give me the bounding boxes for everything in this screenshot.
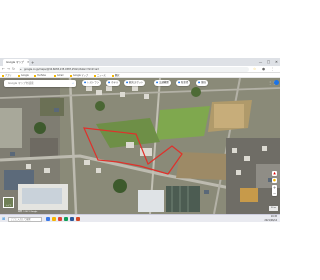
taskbar-search-text: ここに入力して検索 <box>11 217 31 221</box>
scale-bar[interactable]: 20 m <box>268 206 278 211</box>
hotel-icon: ● <box>108 81 111 84</box>
back-arrow-icon[interactable]: ← <box>2 66 5 73</box>
tab-title: Google マップ <box>6 61 24 64</box>
task-view-icon[interactable] <box>46 216 50 221</box>
pharmacy-icon: ● <box>198 81 201 84</box>
chip-transit[interactable]: ●交通機関 <box>154 80 171 86</box>
chip-attraction[interactable]: ●観光スポット <box>124 80 146 86</box>
star-icon[interactable]: ☆ <box>253 66 256 73</box>
windows-start-icon[interactable]: ⊞ <box>2 216 5 222</box>
close-icon[interactable]: ✕ <box>27 59 29 66</box>
chip-label: 薬局 <box>201 81 206 84</box>
tab-bar: Google マップ ✕ + — □ ✕ <box>0 58 280 66</box>
chip-label: 駐車場 <box>181 81 189 84</box>
taskbar-search-input[interactable]: ここに入力して検索 <box>8 216 42 222</box>
clock-date: 2021/06/14 <box>264 218 277 222</box>
url-text: google.co.jp/maps/@34.6638,135.4587,254m… <box>24 68 99 71</box>
compass-icon[interactable]: ▲ <box>272 171 277 176</box>
forward-arrow-icon[interactable]: → <box>7 66 10 73</box>
satellite-map[interactable]: Google マップを検索 ⌕ ●レストラン ●ホテル ●観光スポット ●交通機… <box>0 78 280 214</box>
lock-icon: 🔒︎ <box>20 68 22 71</box>
layers-label: レイヤ <box>5 205 12 207</box>
chip-parking[interactable]: ●駐車場 <box>176 80 191 86</box>
taskbar: ⊞ ここに入力して検索 10:45 2021/06/14 <box>0 214 280 222</box>
avatar[interactable] <box>274 80 279 85</box>
system-clock[interactable]: 10:45 2021/06/14 <box>264 215 277 222</box>
zoom-control: + − <box>272 185 277 196</box>
address-bar-row: ← → ↻ 🔒︎ google.co.jp/maps/@34.6638,135.… <box>0 66 280 73</box>
map-attribution: 画像 ©2021 Google <box>18 211 38 213</box>
satellite-imagery <box>0 78 280 214</box>
chip-restaurant[interactable]: ●レストラン <box>82 80 102 86</box>
chrome-icon[interactable] <box>58 216 62 221</box>
search-icon[interactable]: ⌕ <box>73 80 74 87</box>
parking-icon: ● <box>178 81 181 84</box>
chip-label: 観光スポット <box>129 81 144 84</box>
attraction-icon: ● <box>126 81 129 84</box>
transit-icon: ● <box>156 81 159 84</box>
minimize-button[interactable]: — <box>257 58 264 66</box>
word-icon[interactable] <box>70 216 74 221</box>
browser-window: Google マップ ✕ + — □ ✕ ← → ↻ 🔒︎ google.co.… <box>0 58 280 222</box>
url-input[interactable]: 🔒︎ google.co.jp/maps/@34.6638,135.4587,2… <box>19 67 249 72</box>
layers-toggle[interactable]: レイヤ <box>3 197 14 208</box>
profile-icon[interactable]: ● <box>262 66 265 73</box>
maximize-button[interactable]: □ <box>265 58 272 66</box>
zoom-out-button[interactable]: − <box>272 191 277 197</box>
file-explorer-icon[interactable] <box>52 216 56 221</box>
chip-label: 交通機関 <box>159 81 169 84</box>
window-close-button[interactable]: ✕ <box>273 58 280 66</box>
restaurant-icon: ● <box>84 81 87 84</box>
menu-icon[interactable]: ⋮ <box>271 66 275 73</box>
reload-icon[interactable]: ↻ <box>12 66 15 73</box>
scale-text: 20 m <box>270 207 276 209</box>
search-placeholder: Google マップを検索 <box>8 82 34 85</box>
tab-maps[interactable]: Google マップ ✕ <box>3 59 29 66</box>
chip-label: レストラン <box>87 81 100 84</box>
chip-label: ホテル <box>111 81 119 84</box>
excel-icon[interactable] <box>64 216 68 221</box>
pegman-icon[interactable]: ● <box>272 178 277 183</box>
powerpoint-icon[interactable] <box>76 216 80 221</box>
chip-pharmacy[interactable]: ●薬局 <box>196 80 208 86</box>
chip-hotel[interactable]: ●ホテル <box>106 80 121 86</box>
new-tab-button[interactable]: + <box>31 59 34 66</box>
map-search-input[interactable]: Google マップを検索 ⌕ <box>4 80 76 87</box>
